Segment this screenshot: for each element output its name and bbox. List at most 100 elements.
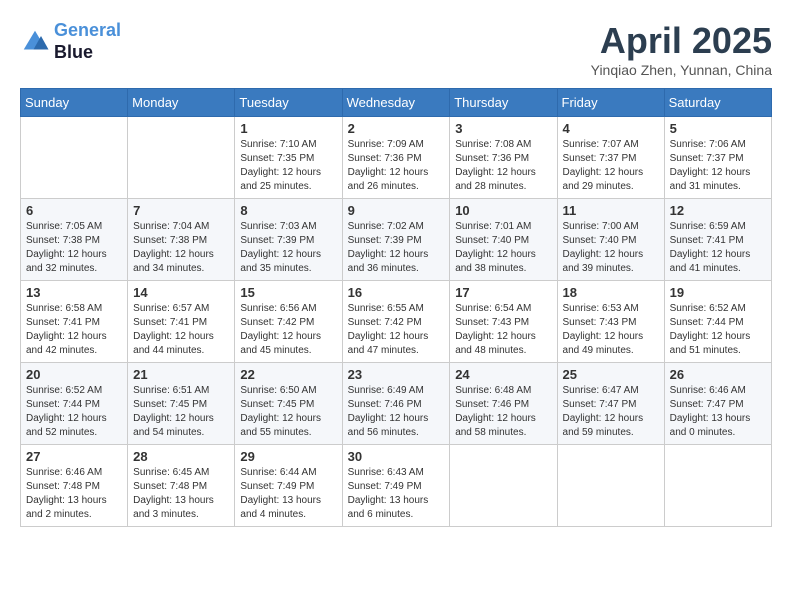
day-info: Sunrise: 6:56 AMSunset: 7:42 PMDaylight:…: [240, 302, 336, 358]
day-number: 10: [455, 203, 551, 218]
day-number: 20: [26, 367, 122, 382]
day-info: Sunrise: 7:07 AMSunset: 7:37 PMDaylight:…: [563, 138, 659, 194]
calendar-cell: 3 Sunrise: 7:08 AMSunset: 7:36 PMDaylight…: [450, 117, 557, 199]
day-info: Sunrise: 7:04 AMSunset: 7:38 PMDaylight:…: [133, 220, 229, 276]
weekday-header: Thursday: [450, 89, 557, 117]
day-info: Sunrise: 6:49 AMSunset: 7:46 PMDaylight:…: [348, 384, 445, 440]
calendar-cell: 11 Sunrise: 7:00 AMSunset: 7:40 PMDayligh…: [557, 199, 664, 281]
calendar-cell: 2 Sunrise: 7:09 AMSunset: 7:36 PMDaylight…: [342, 117, 450, 199]
day-info: Sunrise: 6:50 AMSunset: 7:45 PMDaylight:…: [240, 384, 336, 440]
calendar-cell: [664, 445, 771, 527]
day-number: 1: [240, 121, 336, 136]
day-info: Sunrise: 6:46 AMSunset: 7:47 PMDaylight:…: [670, 384, 766, 440]
day-info: Sunrise: 6:44 AMSunset: 7:49 PMDaylight:…: [240, 466, 336, 522]
page-header: General Blue April 2025 Yinqiao Zhen, Yu…: [20, 20, 772, 78]
day-number: 18: [563, 285, 659, 300]
calendar-cell: 30Sunrise: 6:43 AMSunset: 7:49 PMDayligh…: [342, 445, 450, 527]
day-info: Sunrise: 7:02 AMSunset: 7:39 PMDaylight:…: [348, 220, 445, 276]
day-info: Sunrise: 6:52 AMSunset: 7:44 PMDaylight:…: [670, 302, 766, 358]
day-info: Sunrise: 6:51 AMSunset: 7:45 PMDaylight:…: [133, 384, 229, 440]
day-number: 28: [133, 449, 229, 464]
day-info: Sunrise: 6:52 AMSunset: 7:44 PMDaylight:…: [26, 384, 122, 440]
calendar-cell: 29 Sunrise: 6:44 AMSunset: 7:49 PMDayligh…: [235, 445, 342, 527]
calendar-cell: 1 Sunrise: 7:10 AMSunset: 7:35 PMDaylight…: [235, 117, 342, 199]
calendar-cell: 19Sunrise: 6:52 AMSunset: 7:44 PMDayligh…: [664, 281, 771, 363]
day-number: 25: [563, 367, 659, 382]
calendar-cell: 9 Sunrise: 7:02 AMSunset: 7:39 PMDaylight…: [342, 199, 450, 281]
day-info: Sunrise: 6:53 AMSunset: 7:43 PMDaylight:…: [563, 302, 659, 358]
day-number: 15: [240, 285, 336, 300]
day-number: 11: [563, 203, 659, 218]
day-info: Sunrise: 6:47 AMSunset: 7:47 PMDaylight:…: [563, 384, 659, 440]
calendar-cell: 18 Sunrise: 6:53 AMSunset: 7:43 PMDayligh…: [557, 281, 664, 363]
calendar-week-row: 6 Sunrise: 7:05 AMSunset: 7:38 PMDaylight…: [21, 199, 772, 281]
calendar-cell: 12 Sunrise: 6:59 AMSunset: 7:41 PMDayligh…: [664, 199, 771, 281]
calendar-week-row: 1 Sunrise: 7:10 AMSunset: 7:35 PMDaylight…: [21, 117, 772, 199]
calendar-cell: 22 Sunrise: 6:50 AMSunset: 7:45 PMDayligh…: [235, 363, 342, 445]
calendar-week-row: 27Sunrise: 6:46 AMSunset: 7:48 PMDayligh…: [21, 445, 772, 527]
weekday-header: Monday: [128, 89, 235, 117]
calendar-cell: [128, 117, 235, 199]
logo-icon: [20, 27, 50, 57]
day-number: 6: [26, 203, 122, 218]
day-info: Sunrise: 6:58 AMSunset: 7:41 PMDaylight:…: [26, 302, 122, 358]
weekday-header: Saturday: [664, 89, 771, 117]
calendar-cell: [450, 445, 557, 527]
day-number: 3: [455, 121, 551, 136]
day-info: Sunrise: 7:05 AMSunset: 7:38 PMDaylight:…: [26, 220, 122, 276]
weekday-header: Wednesday: [342, 89, 450, 117]
weekday-header: Sunday: [21, 89, 128, 117]
day-info: Sunrise: 7:09 AMSunset: 7:36 PMDaylight:…: [348, 138, 445, 194]
day-info: Sunrise: 7:00 AMSunset: 7:40 PMDaylight:…: [563, 220, 659, 276]
weekday-header: Tuesday: [235, 89, 342, 117]
calendar-cell: 20 Sunrise: 6:52 AMSunset: 7:44 PMDayligh…: [21, 363, 128, 445]
calendar-week-row: 13 Sunrise: 6:58 AMSunset: 7:41 PMDayligh…: [21, 281, 772, 363]
calendar-cell: 10 Sunrise: 7:01 AMSunset: 7:40 PMDayligh…: [450, 199, 557, 281]
day-number: 8: [240, 203, 336, 218]
day-info: Sunrise: 7:08 AMSunset: 7:36 PMDaylight:…: [455, 138, 551, 194]
day-number: 4: [563, 121, 659, 136]
location: Yinqiao Zhen, Yunnan, China: [591, 62, 772, 78]
day-info: Sunrise: 6:43 AMSunset: 7:49 PMDaylight:…: [348, 466, 445, 522]
day-number: 12: [670, 203, 766, 218]
calendar-cell: 16 Sunrise: 6:55 AMSunset: 7:42 PMDayligh…: [342, 281, 450, 363]
logo-text: General Blue: [54, 20, 121, 63]
day-info: Sunrise: 7:01 AMSunset: 7:40 PMDaylight:…: [455, 220, 551, 276]
calendar-cell: 24 Sunrise: 6:48 AMSunset: 7:46 PMDayligh…: [450, 363, 557, 445]
day-number: 2: [348, 121, 445, 136]
day-info: Sunrise: 7:03 AMSunset: 7:39 PMDaylight:…: [240, 220, 336, 276]
day-number: 17: [455, 285, 551, 300]
title-area: April 2025 Yinqiao Zhen, Yunnan, China: [591, 20, 772, 78]
calendar-cell: 4 Sunrise: 7:07 AMSunset: 7:37 PMDaylight…: [557, 117, 664, 199]
day-number: 9: [348, 203, 445, 218]
day-info: Sunrise: 7:06 AMSunset: 7:37 PMDaylight:…: [670, 138, 766, 194]
calendar-cell: 8 Sunrise: 7:03 AMSunset: 7:39 PMDaylight…: [235, 199, 342, 281]
day-number: 14: [133, 285, 229, 300]
day-number: 22: [240, 367, 336, 382]
calendar-cell: 15 Sunrise: 6:56 AMSunset: 7:42 PMDayligh…: [235, 281, 342, 363]
day-number: 5: [670, 121, 766, 136]
day-number: 29: [240, 449, 336, 464]
calendar-cell: 13 Sunrise: 6:58 AMSunset: 7:41 PMDayligh…: [21, 281, 128, 363]
day-number: 13: [26, 285, 122, 300]
weekday-header: Friday: [557, 89, 664, 117]
day-info: Sunrise: 6:54 AMSunset: 7:43 PMDaylight:…: [455, 302, 551, 358]
day-number: 21: [133, 367, 229, 382]
calendar-week-row: 20 Sunrise: 6:52 AMSunset: 7:44 PMDayligh…: [21, 363, 772, 445]
calendar-cell: 5 Sunrise: 7:06 AMSunset: 7:37 PMDaylight…: [664, 117, 771, 199]
day-info: Sunrise: 6:59 AMSunset: 7:41 PMDaylight:…: [670, 220, 766, 276]
day-number: 27: [26, 449, 122, 464]
logo: General Blue: [20, 20, 121, 63]
day-number: 24: [455, 367, 551, 382]
calendar-cell: 26 Sunrise: 6:46 AMSunset: 7:47 PMDayligh…: [664, 363, 771, 445]
day-number: 26: [670, 367, 766, 382]
calendar-cell: 17 Sunrise: 6:54 AMSunset: 7:43 PMDayligh…: [450, 281, 557, 363]
calendar-table: SundayMondayTuesdayWednesdayThursdayFrid…: [20, 88, 772, 527]
day-info: Sunrise: 6:55 AMSunset: 7:42 PMDaylight:…: [348, 302, 445, 358]
day-info: Sunrise: 7:10 AMSunset: 7:35 PMDaylight:…: [240, 138, 336, 194]
day-info: Sunrise: 6:48 AMSunset: 7:46 PMDaylight:…: [455, 384, 551, 440]
calendar-cell: 23Sunrise: 6:49 AMSunset: 7:46 PMDayligh…: [342, 363, 450, 445]
day-number: 16: [348, 285, 445, 300]
calendar-cell: [557, 445, 664, 527]
calendar-cell: 21 Sunrise: 6:51 AMSunset: 7:45 PMDayligh…: [128, 363, 235, 445]
